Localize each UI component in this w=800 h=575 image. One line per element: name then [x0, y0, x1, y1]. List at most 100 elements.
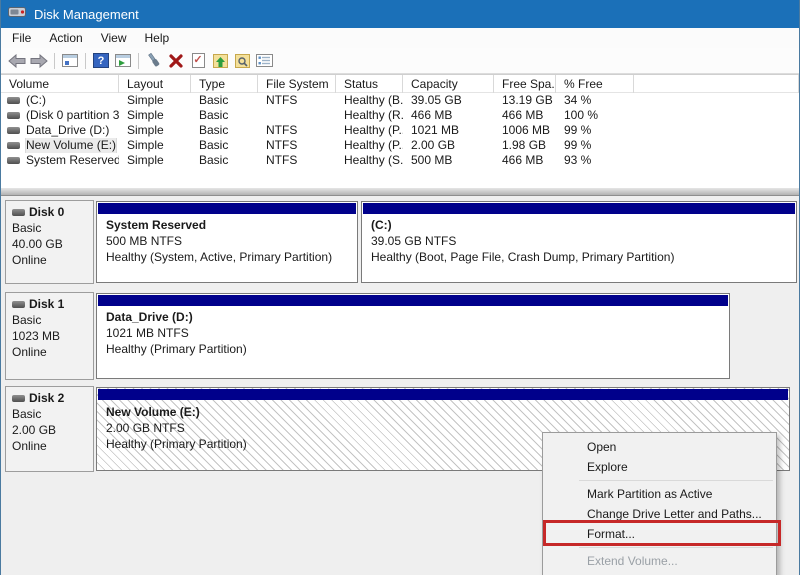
- partition-status: Healthy (Primary Partition): [106, 342, 247, 356]
- disk-1-label[interactable]: Disk 1 Basic 1023 MB Online: [5, 292, 94, 380]
- title-bar[interactable]: Disk Management: [0, 0, 800, 28]
- column-header-status[interactable]: Status: [336, 75, 403, 93]
- volume-row-c[interactable]: (C:) Simple Basic NTFS Healthy (B... 39.…: [1, 93, 799, 108]
- menu-item-open[interactable]: Open: [543, 437, 776, 457]
- column-header-volume[interactable]: Volume: [1, 75, 119, 93]
- menu-item-explore[interactable]: Explore: [543, 457, 776, 477]
- partition-c[interactable]: (C:) 39.05 GB NTFS Healthy (Boot, Page F…: [361, 201, 797, 283]
- partition-detail: 1021 MB NTFS: [106, 326, 189, 340]
- format-highlight-annotation: [543, 520, 781, 546]
- context-menu: Open Explore Mark Partition as Active Ch…: [542, 432, 777, 575]
- cell-pct-free: 100 %: [564, 108, 599, 122]
- partition-detail: 39.05 GB NTFS: [371, 234, 457, 248]
- volume-name: System Reserved: [26, 153, 119, 167]
- toolbar: ? ✓: [1, 48, 799, 74]
- delete-volume-icon[interactable]: [165, 51, 187, 71]
- cell-status: Healthy (R...: [344, 108, 403, 122]
- cell-pct-free: 34 %: [564, 93, 592, 107]
- partition-name: New Volume (E:): [106, 405, 200, 419]
- volume-icon: [7, 112, 20, 119]
- volume-icon: [7, 142, 20, 149]
- cell-status: Healthy (B...: [344, 93, 403, 107]
- menu-bar: File Action View Help: [1, 28, 799, 48]
- cell-free-space: 1006 MB: [502, 123, 551, 137]
- menu-item-extend-volume[interactable]: Extend Volume...: [543, 551, 776, 571]
- menu-separator: [579, 547, 773, 548]
- back-icon[interactable]: [6, 51, 28, 71]
- partition-detail: 500 MB NTFS: [106, 234, 183, 248]
- volume-list: Volume Layout Type File System Status Ca…: [1, 74, 799, 187]
- forward-icon[interactable]: [28, 51, 50, 71]
- console-tree-icon[interactable]: [59, 51, 81, 71]
- volume-table-header: Volume Layout Type File System Status Ca…: [1, 75, 799, 93]
- volume-name: (Disk 0 partition 3): [26, 108, 119, 122]
- cell-layout: Simple: [127, 138, 164, 152]
- partition-status: Healthy (System, Active, Primary Partiti…: [106, 250, 333, 264]
- cell-type: Basic: [199, 108, 229, 122]
- toolbar-separator: [138, 52, 139, 69]
- cell-pct-free: 99 %: [564, 138, 592, 152]
- help-icon[interactable]: ?: [90, 51, 112, 71]
- menu-view[interactable]: View: [92, 28, 136, 48]
- partition-status-bar: [98, 203, 356, 214]
- column-header-file-system[interactable]: File System: [258, 75, 336, 93]
- disk-name: Disk 1: [29, 297, 65, 311]
- cell-status: Healthy (P...: [344, 138, 403, 152]
- menu-help[interactable]: Help: [136, 28, 179, 48]
- show-action-pane-icon[interactable]: [112, 51, 134, 71]
- column-header-free-space[interactable]: Free Spa...: [494, 75, 556, 93]
- cell-layout: Simple: [127, 123, 164, 137]
- cell-free-space: 466 MB: [502, 153, 544, 167]
- column-header-filler: [634, 75, 799, 93]
- volume-row-new-volume[interactable]: New Volume (E:) Simple Basic NTFS Health…: [1, 138, 799, 153]
- disk-name: Disk 2: [29, 391, 65, 405]
- properties-list-icon[interactable]: [253, 51, 275, 71]
- disk-kind: Basic: [12, 221, 42, 235]
- folder-search-icon[interactable]: [231, 51, 253, 71]
- cell-capacity: 1021 MB: [411, 123, 460, 137]
- disk-0-label[interactable]: Disk 0 Basic 40.00 GB Online: [5, 200, 94, 284]
- cell-type: Basic: [199, 153, 229, 167]
- disk-kind: Basic: [12, 407, 42, 421]
- cell-file-system: NTFS: [266, 138, 298, 152]
- disk-state: Online: [12, 345, 47, 359]
- volume-row-system-reserved[interactable]: System Reserved Simple Basic NTFS Health…: [1, 153, 799, 168]
- column-header-pct-free[interactable]: % Free: [556, 75, 634, 93]
- window-title: Disk Management: [34, 6, 139, 22]
- column-header-type[interactable]: Type: [191, 75, 258, 93]
- volume-row-disk0-partition3[interactable]: (Disk 0 partition 3) Simple Basic Health…: [1, 108, 799, 123]
- toolbar-separator: [85, 52, 86, 69]
- folder-up-icon[interactable]: [209, 51, 231, 71]
- cell-free-space: 466 MB: [502, 108, 544, 122]
- pane-splitter[interactable]: [1, 187, 799, 196]
- device-tool-icon[interactable]: [143, 51, 165, 71]
- cell-file-system: NTFS: [266, 93, 298, 107]
- cell-free-space: 1.98 GB: [502, 138, 547, 152]
- menu-action[interactable]: Action: [40, 28, 91, 48]
- partition-system-reserved[interactable]: System Reserved 500 MB NTFS Healthy (Sys…: [96, 201, 358, 283]
- cell-free-space: 13.19 GB: [502, 93, 553, 107]
- partition-name: Data_Drive (D:): [106, 310, 193, 324]
- window-left-border: [0, 0, 1, 575]
- disk-icon: [12, 394, 25, 402]
- volume-icon: [7, 127, 20, 134]
- disk-name: Disk 0: [29, 205, 65, 219]
- column-header-capacity[interactable]: Capacity: [403, 75, 494, 93]
- volume-row-data-drive[interactable]: Data_Drive (D:) Simple Basic NTFS Health…: [1, 123, 799, 138]
- disk-size: 40.00 GB: [12, 237, 63, 251]
- cell-type: Basic: [199, 123, 229, 137]
- cell-status: Healthy (P...: [344, 123, 403, 137]
- menu-item-shrink-volume[interactable]: Shrink Volume...: [543, 571, 776, 575]
- disk-2-label[interactable]: Disk 2 Basic 2.00 GB Online: [5, 386, 94, 472]
- task-check-icon[interactable]: ✓: [187, 51, 209, 71]
- partition-status-bar: [98, 389, 788, 400]
- column-header-layout[interactable]: Layout: [119, 75, 191, 93]
- partition-data-drive[interactable]: Data_Drive (D:) 1021 MB NTFS Healthy (Pr…: [96, 293, 730, 379]
- cell-pct-free: 99 %: [564, 123, 592, 137]
- menu-item-mark-partition-active[interactable]: Mark Partition as Active: [543, 484, 776, 504]
- disk-size: 2.00 GB: [12, 423, 57, 437]
- partition-name: System Reserved: [106, 218, 207, 232]
- disk-state: Online: [12, 439, 47, 453]
- disk-drive-app-icon: [8, 5, 26, 24]
- menu-file[interactable]: File: [3, 28, 40, 48]
